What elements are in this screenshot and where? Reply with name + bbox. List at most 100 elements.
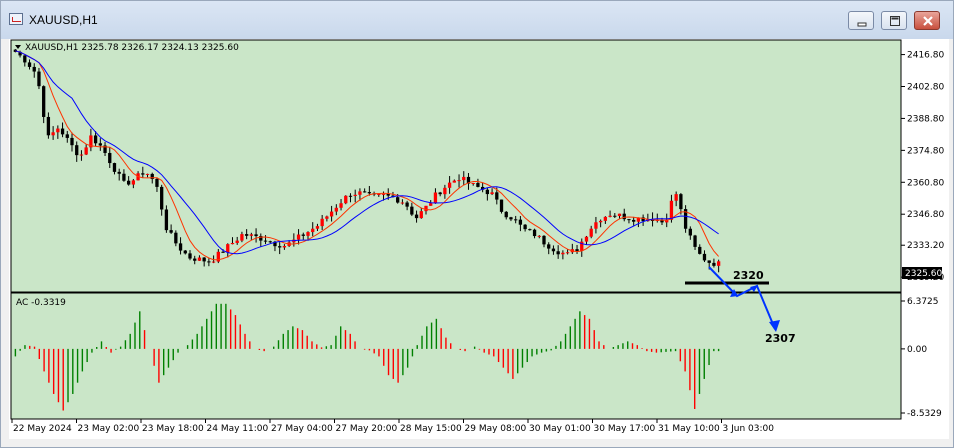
candle-body bbox=[617, 213, 622, 217]
indicator-tick-label: -8.5329 bbox=[907, 409, 942, 419]
candle-body bbox=[108, 152, 112, 164]
close-icon bbox=[923, 16, 933, 26]
candle-body bbox=[575, 249, 579, 251]
candle-body bbox=[334, 207, 338, 212]
candle-body bbox=[325, 216, 329, 219]
candle-body bbox=[117, 171, 121, 174]
candle-body bbox=[598, 220, 603, 223]
level-annotation-2320: 2320 bbox=[733, 269, 764, 282]
candle-body bbox=[429, 203, 433, 206]
price-chart[interactable]: 2416.80 2402.80 2388.80 2374.80 2360.80 2346.… bbox=[9, 39, 949, 439]
candle-body bbox=[608, 215, 612, 217]
candle-body bbox=[674, 194, 678, 201]
candle-body bbox=[93, 135, 98, 144]
candle-body bbox=[528, 229, 532, 231]
candle-body bbox=[306, 232, 310, 236]
candle-body bbox=[155, 178, 159, 187]
candle-body bbox=[211, 261, 216, 263]
candle-body bbox=[556, 251, 560, 255]
maximize-icon bbox=[890, 16, 900, 26]
time-tick-label: 27 May 20:00 bbox=[336, 424, 398, 434]
candle-body bbox=[712, 262, 716, 266]
candle-body bbox=[65, 134, 69, 138]
candle-body bbox=[174, 232, 178, 244]
candle-body bbox=[131, 180, 136, 185]
candle-body bbox=[532, 229, 537, 237]
candle-body bbox=[400, 202, 405, 204]
terminal-window: XAUUSD,H1 2416.80 2402.80 2388.80 2374.80 23… bbox=[0, 0, 954, 448]
level-annotation-2307: 2307 bbox=[765, 332, 796, 345]
candle-body bbox=[424, 205, 428, 212]
candle-body bbox=[613, 215, 617, 217]
candle-body bbox=[60, 128, 65, 135]
candle-body bbox=[329, 211, 334, 217]
candle-body bbox=[221, 251, 225, 253]
candle-body bbox=[169, 230, 173, 233]
time-tick-label: 27 May 04:00 bbox=[271, 424, 333, 434]
candle-body bbox=[693, 235, 697, 247]
candle-body bbox=[362, 191, 367, 193]
candle-body bbox=[164, 209, 169, 231]
candle-body bbox=[443, 187, 447, 195]
candle-body bbox=[405, 202, 409, 207]
candle-body bbox=[551, 248, 556, 252]
candle-body bbox=[32, 66, 36, 72]
candle-body bbox=[145, 173, 150, 175]
candle-body bbox=[537, 235, 541, 237]
maximize-button[interactable] bbox=[881, 11, 907, 30]
candle-body bbox=[377, 193, 381, 195]
candle-body bbox=[339, 203, 343, 208]
time-tick-label: 31 May 10:00 bbox=[658, 424, 720, 434]
candle-body bbox=[669, 200, 674, 220]
candle-body bbox=[367, 192, 372, 194]
candle-body bbox=[476, 182, 480, 187]
symbol-info: XAUUSD,H1 2325.78 2326.17 2324.13 2325.6… bbox=[25, 43, 239, 53]
time-tick-label: 30 May 01:00 bbox=[529, 424, 591, 434]
candle-body bbox=[462, 176, 466, 181]
candle-body bbox=[433, 192, 438, 204]
title-bar[interactable]: XAUUSD,H1 bbox=[1, 1, 953, 39]
candle-body bbox=[126, 180, 131, 185]
candle-body bbox=[188, 253, 192, 259]
candle-body bbox=[301, 234, 305, 236]
candle-body bbox=[27, 62, 32, 67]
candle-body bbox=[542, 235, 546, 245]
close-button[interactable] bbox=[914, 11, 940, 30]
candle-body bbox=[183, 250, 187, 254]
candle-body bbox=[396, 197, 400, 203]
chart-area[interactable]: 2416.80 2402.80 2388.80 2374.80 2360.80 2346.… bbox=[9, 39, 949, 439]
candle-body bbox=[226, 244, 230, 253]
time-tick-label: 28 May 15:00 bbox=[400, 424, 462, 434]
minimize-icon bbox=[857, 22, 867, 27]
candle-body bbox=[160, 186, 164, 210]
window-title: XAUUSD,H1 bbox=[29, 13, 98, 27]
candle-body bbox=[56, 128, 60, 133]
candle-body bbox=[452, 180, 456, 183]
candle-body bbox=[320, 218, 324, 227]
time-tick-label: 23 May 02:00 bbox=[78, 424, 140, 434]
price-panel bbox=[10, 39, 902, 293]
candle-body bbox=[202, 257, 206, 262]
candle-body bbox=[244, 234, 249, 236]
candle-body bbox=[471, 182, 475, 184]
price-tick-label: 2346.80 bbox=[907, 210, 944, 220]
candle-body bbox=[141, 173, 145, 175]
candle-body bbox=[42, 86, 46, 117]
candle-body bbox=[410, 206, 414, 215]
price-tick-label: 2333.20 bbox=[907, 241, 944, 251]
candle-body bbox=[23, 55, 27, 63]
price-tick-label: 2360.80 bbox=[907, 178, 944, 188]
candle-body bbox=[622, 213, 626, 220]
time-tick-label: 24 May 11:00 bbox=[207, 424, 269, 434]
time-tick-label: 22 May 2024 bbox=[13, 424, 72, 434]
candle-body bbox=[584, 236, 589, 242]
candle-body bbox=[702, 253, 707, 261]
minimize-button[interactable] bbox=[848, 11, 874, 30]
candle-body bbox=[381, 193, 386, 195]
candle-body bbox=[679, 194, 683, 210]
current-price: 2325.60 bbox=[905, 269, 942, 279]
candle-body bbox=[547, 244, 551, 249]
indicator-tick-label: 6.3725 bbox=[907, 297, 939, 307]
candle-body bbox=[438, 192, 442, 195]
candle-body bbox=[419, 211, 423, 219]
